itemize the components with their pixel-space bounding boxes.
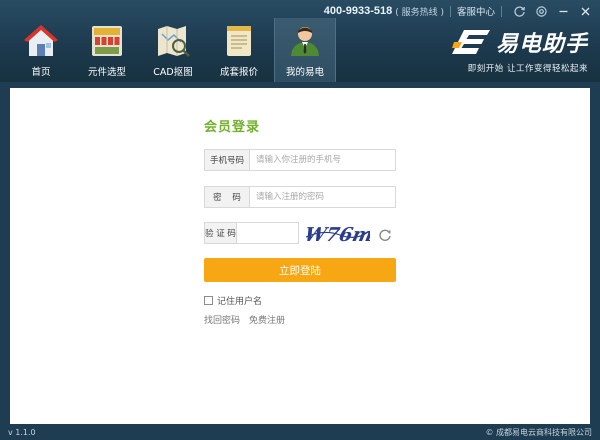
hotline-number: 400-9933-518: [323, 5, 393, 17]
brand-name: 易电助手: [495, 32, 588, 57]
version-label: v 1.1.0: [8, 427, 36, 437]
main-panel: 会员登录 手机号码 密 码 验 证 码 W76m 立即登陆 记住用户名: [10, 88, 590, 424]
nav-item-quote[interactable]: 成套报价: [208, 18, 270, 82]
login-form: 会员登录 手机号码 密 码 验 证 码 W76m 立即登陆 记住用户名: [204, 116, 396, 326]
brand-slogan: 即刻开始 让工作变得轻松起来: [467, 64, 588, 74]
nav-item-cad[interactable]: CAD抠图: [142, 18, 204, 82]
home-icon: [24, 25, 58, 56]
captcha-label: 验 证 码: [205, 223, 237, 243]
nav-item-component-selection[interactable]: 元件选型: [76, 18, 138, 82]
user-profile-icon: [291, 27, 319, 56]
phone-input[interactable]: [250, 150, 395, 170]
minimize-icon[interactable]: [552, 0, 574, 22]
nav-item-my-account[interactable]: 我的易电: [274, 18, 336, 82]
password-input[interactable]: [250, 187, 395, 207]
sync-icon[interactable]: [508, 0, 530, 22]
nav-item-label: 元件选型: [87, 67, 126, 78]
login-button[interactable]: 立即登陆: [204, 258, 396, 282]
component-cabinet-icon: [92, 26, 122, 56]
forgot-password-link[interactable]: 找回密码: [204, 313, 240, 326]
main-nav: 首页 元件选型 CAD抠图 成套报价 我的易电: [10, 18, 340, 82]
refresh-captcha-icon[interactable]: [378, 228, 392, 242]
remember-username[interactable]: 记住用户名: [204, 294, 262, 307]
brand: 易电助手 即刻开始 让工作变得轻松起来: [418, 26, 588, 74]
app-header: 400-9933-518 ( 服务热线 ) 客服中心 首页 元件选型 CAD抠图…: [0, 0, 600, 82]
password-field: 密 码: [204, 186, 396, 208]
hotline-label: ( 服务热线 ): [395, 7, 444, 18]
remember-checkbox[interactable]: [204, 296, 213, 305]
phone-label: 手机号码: [205, 150, 250, 170]
register-link[interactable]: 免费注册: [249, 313, 285, 326]
cad-map-icon: [158, 26, 190, 57]
copyright-label: © 成都易电云商科技有限公司: [485, 427, 592, 437]
captcha-field: 验 证 码: [204, 222, 349, 244]
settings-icon[interactable]: [530, 0, 552, 22]
divider: [449, 5, 451, 17]
nav-item-label: 我的易电: [285, 67, 324, 78]
nav-item-label: 成套报价: [219, 67, 258, 78]
phone-field: 手机号码: [204, 149, 396, 171]
nav-item-home[interactable]: 首页: [10, 18, 72, 82]
top-bar: 400-9933-518 ( 服务热线 ) 客服中心: [324, 0, 600, 22]
captcha-image[interactable]: W76m: [304, 220, 370, 248]
nav-item-label: CAD抠图: [153, 67, 193, 78]
nav-item-label: 首页: [31, 67, 51, 78]
password-label: 密 码: [205, 187, 250, 207]
divider: [501, 5, 502, 17]
support-center-link[interactable]: 客服中心: [457, 4, 495, 18]
quote-document-icon: [227, 26, 251, 56]
status-bar: v 1.1.0 © 成都易电云商科技有限公司: [0, 424, 600, 440]
account-links: 找回密码 免费注册: [204, 313, 285, 326]
close-icon[interactable]: [574, 0, 596, 22]
brand-logo-icon: [451, 30, 490, 54]
remember-label: 记住用户名: [217, 297, 263, 307]
login-title: 会员登录: [204, 120, 261, 135]
